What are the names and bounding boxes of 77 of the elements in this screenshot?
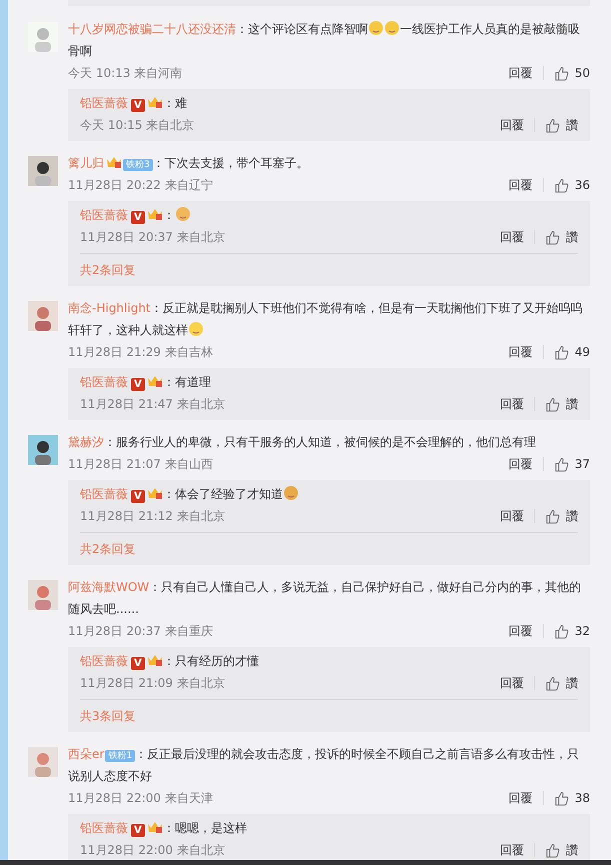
reply-link[interactable]: 回覆 (508, 344, 533, 360)
thumbs-up-icon[interactable] (554, 790, 569, 806)
thumbs-up-icon[interactable] (554, 66, 569, 80)
like-count: 49 (574, 345, 590, 359)
like-link[interactable]: 讚 (566, 508, 578, 524)
like-count: 50 (574, 66, 590, 80)
reply-link[interactable]: 回覆 (508, 64, 533, 82)
like-count: 36 (574, 178, 590, 192)
fan-badge: 铁粉1 (105, 750, 136, 762)
avatar-icon[interactable] (28, 156, 58, 186)
crown-icon (146, 820, 163, 834)
reply-time: 11月28日 21:09 来自北京 (80, 674, 225, 692)
reply-time: 今天 10:15 来自北京 (80, 116, 194, 134)
reply-time: 11月28日 21:12 来自北京 (80, 508, 225, 524)
thumbs-up-icon[interactable] (554, 344, 569, 360)
reply-link[interactable]: 回覆 (508, 622, 533, 640)
comment-time: 11月28日 22:00 来自天津 (68, 790, 213, 806)
reply-text: 铅医蔷薇 V ：嗯嗯，是这样 (80, 819, 248, 839)
thumbs-up-icon[interactable] (545, 842, 560, 858)
reply-link[interactable]: 回覆 (500, 508, 524, 524)
comment-time: 11月28日 20:37 来自重庆 (68, 622, 213, 640)
thumbs-up-icon[interactable] (545, 508, 560, 524)
reply-link[interactable]: 回覆 (500, 228, 524, 246)
reply-text: 铅医蔷薇 V ：难 (80, 94, 188, 114)
comment-time: 11月28日 20:22 来自辽宁 (68, 176, 213, 194)
reply-link[interactable]: 回覆 (500, 674, 524, 692)
thumbs-up-icon[interactable] (554, 178, 569, 192)
reply-time: 11月28日 21:47 来自北京 (80, 396, 225, 412)
verified-badge: V (131, 99, 145, 112)
thumbs-up-icon[interactable] (545, 676, 560, 690)
like-link[interactable]: 讚 (566, 116, 578, 134)
reply-link[interactable]: 回覆 (500, 842, 524, 858)
like-link[interactable]: 讚 (566, 228, 578, 246)
comment-text: 篱儿归 铁粉3 ：下次去支援，带个耳塞子。 (68, 154, 310, 173)
verified-badge: V (131, 211, 145, 224)
comment-text: 南念-Highlight：反正就是耽搁别人下班他们不觉得有啥，但是有一天耽搁他们下班了又开始呜呜轩轩了，这种人就这样 (68, 300, 584, 339)
like-count: 32 (574, 624, 590, 638)
reply-link[interactable]: 回覆 (508, 176, 533, 194)
comment-text: 十八岁网恋被骗二十八还没还清：这个评论区有点降智啊 一线医护工作人员真的是被敲髓吸骨啊 (68, 19, 581, 60)
reply-link[interactable]: 回覆 (500, 396, 524, 412)
crown-icon (146, 374, 163, 388)
crown-icon (146, 653, 163, 667)
thumbs-up-icon[interactable] (545, 230, 560, 244)
fan-badge: 铁粉3 (123, 159, 153, 171)
thumbs-up-icon[interactable] (554, 456, 569, 472)
crown-icon (106, 155, 122, 169)
verified-badge: V (131, 378, 145, 391)
comment-text: 西朵er 铁粉1 ：反正最后没理的就会攻击态度，投诉的时候全不顾自己之前言语多么有攻击性，只说别人态度不好 (68, 746, 580, 785)
reply-text: 铅医蔷薇 V ： (80, 204, 578, 226)
reply-text: 铅医蔷薇 V ：有道理 (80, 373, 212, 393)
comment-time: 11月28日 21:07 来自山西 (68, 456, 213, 472)
verified-badge: V (131, 824, 145, 837)
reply-time: 11月28日 20:37 来自北京 (80, 228, 225, 246)
reply-link[interactable]: 回覆 (508, 790, 533, 806)
verified-badge: V (131, 657, 145, 670)
thumbs-up-icon[interactable] (545, 396, 560, 412)
crown-icon (146, 95, 163, 109)
thumbs-up-icon[interactable] (554, 624, 569, 638)
comment-time: 今天 10:13 来自河南 (68, 64, 182, 82)
comment-time: 11月28日 21:29 来自吉林 (68, 344, 213, 360)
like-link[interactable]: 讚 (566, 674, 578, 692)
reply-text: 铅医蔷薇 V ：只有经历的才懂 (80, 652, 260, 672)
crown-icon (146, 486, 163, 500)
comment-text: 阿兹海默WOW：只有自己人懂自己人，多说无益，自己保护好自己，做好自己分内的事，其他的随风去吧...... (68, 579, 582, 618)
reply-time: 11月28日 22:00 来自北京 (80, 842, 225, 858)
like-link[interactable]: 讚 (566, 842, 578, 858)
thumbs-up-icon[interactable] (545, 118, 560, 132)
comment-text: 黛赫汐：服务行业人的卑微，只有干服务的人知道，被伺候的是不会理解的，他们总有理 (68, 434, 537, 451)
verified-badge: V (131, 490, 145, 503)
avatar-icon[interactable] (28, 435, 58, 465)
reply-link[interactable]: 回覆 (500, 116, 524, 134)
reply-link[interactable]: 回覆 (508, 456, 533, 472)
like-link[interactable]: 讚 (566, 396, 578, 412)
like-count: 37 (574, 457, 590, 471)
crown-icon (146, 207, 163, 221)
like-count: 38 (574, 791, 590, 805)
reply-text: 铅医蔷薇 V ：体会了经验了才知道 (80, 483, 578, 505)
